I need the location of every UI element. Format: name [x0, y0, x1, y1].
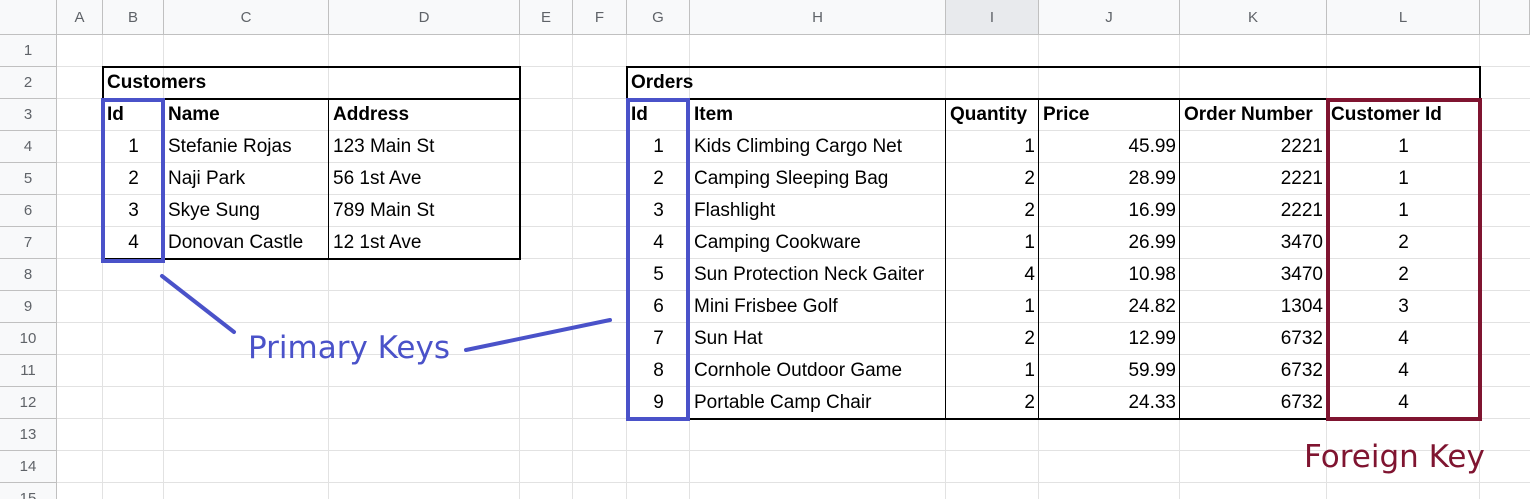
primary-keys-label: Primary Keys — [248, 330, 450, 366]
pointer-to-orders-id — [464, 318, 612, 352]
pointer-to-customers-id — [160, 274, 236, 334]
foreign-key-label: Foreign Key — [1304, 439, 1485, 475]
annotation-lines — [160, 274, 612, 352]
spreadsheet-grid[interactable]: ABCDEFGHIJKL 1 2 3 4 5 6 7 8 9 10 11 12 13 14 15 Custo… — [0, 0, 1530, 499]
